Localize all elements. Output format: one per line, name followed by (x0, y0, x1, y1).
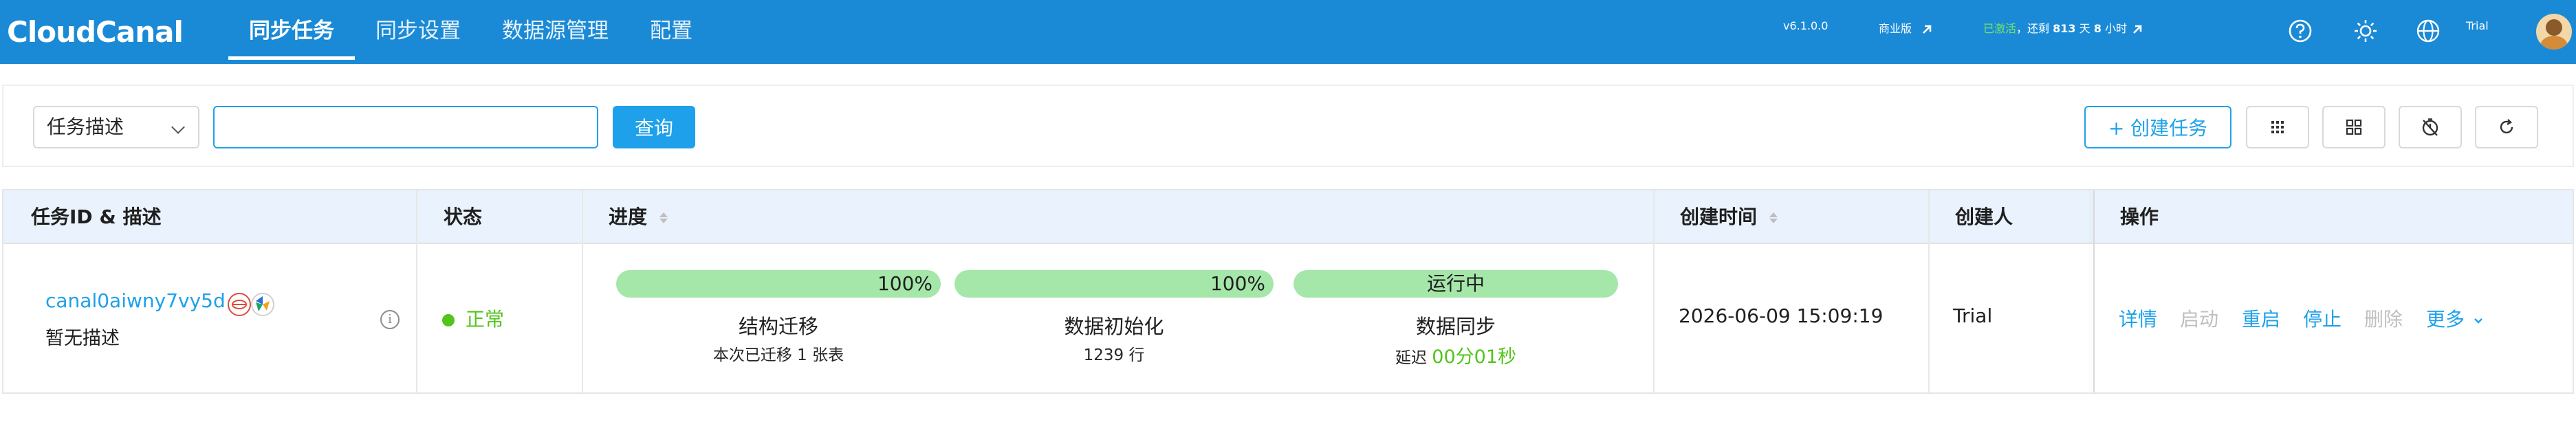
col-header-actions: 操作 (2120, 206, 2159, 228)
remaining-days: 813 (2053, 22, 2076, 35)
task-table: 任务ID & 描述 状态 进度 创建时间 创建人 操作 (2, 189, 2574, 394)
stage-subtitle: 延迟 00分01秒 (1294, 342, 1618, 368)
avatar[interactable] (2536, 14, 2572, 49)
col-header-progress-label: 进度 (609, 206, 648, 228)
select-value: 任务描述 (47, 115, 124, 138)
sort-icon[interactable] (659, 212, 668, 223)
timer-off-icon (2422, 118, 2438, 136)
timer-button[interactable] (2399, 106, 2462, 148)
chevron-down-icon (2474, 318, 2482, 324)
help-button[interactable] (2288, 19, 2313, 46)
cloudcanal-logo[interactable]: CloudCanal (7, 10, 184, 54)
nav-item-sync-settings[interactable]: 同步设置 (355, 0, 481, 64)
top-navbar: CloudCanal 同步任务 同步设置 数据源管理 配置 v6.1.0.0 商… (0, 0, 2576, 64)
layout-icon (2346, 119, 2362, 135)
progress-bar-label: 运行中 (1426, 272, 1485, 295)
nav-item-datasource[interactable]: 数据源管理 (481, 0, 629, 64)
nav-item-config[interactable]: 配置 (629, 0, 713, 64)
filter-bar: 任务描述 查询 + 创建任务 (2, 85, 2574, 167)
external-link-icon (1923, 25, 1932, 34)
search-field-select[interactable]: 任务描述 (33, 106, 199, 148)
status-badge: 正常 (442, 304, 504, 332)
col-header-created-at[interactable]: 创建时间 (1680, 190, 1778, 244)
stage-title: 数据初始化 (1064, 315, 1164, 338)
refresh-icon (2500, 119, 2513, 134)
progress-bar-label: 100% (877, 272, 932, 295)
restart-action[interactable]: 重启 (2242, 304, 2280, 332)
created-time: 2026-06-09 15:09:19 (1679, 304, 1884, 327)
days-unit: 天 (2079, 22, 2091, 35)
version-label: v6.1.0.0 (1783, 19, 1829, 32)
info-icon[interactable]: i (380, 310, 400, 329)
progress-bar-label: 100% (1210, 272, 1265, 295)
chevron-down-icon (171, 120, 185, 134)
external-link-icon (2133, 25, 2142, 34)
col-header-status: 状态 (444, 206, 483, 228)
creator-name: Trial (1953, 304, 1993, 327)
delete-action[interactable]: 删除 (2364, 304, 2403, 332)
create-task-button[interactable]: + 创建任务 (2084, 106, 2231, 148)
column-divider (582, 190, 583, 392)
language-switch[interactable] (2416, 19, 2441, 46)
start-action[interactable]: 启动 (2180, 304, 2218, 332)
refresh-button[interactable] (2475, 106, 2538, 148)
grid-view-button[interactable] (2246, 106, 2309, 148)
logo-text: CloudCanal (7, 14, 184, 49)
globe-icon (2416, 19, 2440, 43)
license-status[interactable]: 已激活，还剩 813 天 8 小时 (1983, 19, 2145, 37)
activated-label: 已激活 (1983, 22, 2017, 35)
source-db-icon (228, 293, 251, 316)
more-label: 更多 (2426, 308, 2465, 331)
target-db-icon (251, 293, 274, 316)
user-name[interactable]: Trial (2466, 19, 2489, 32)
hours-unit: 小时 (2104, 22, 2127, 35)
sun-icon (2355, 20, 2377, 42)
question-circle-icon (2289, 19, 2312, 43)
col-header-creator: 创建人 (1955, 206, 2013, 228)
delay-label: 延迟 (1395, 349, 1427, 367)
progress-bar-structure: 100% (616, 270, 941, 298)
task-id-link[interactable]: canal0aiwny7vy5d (45, 289, 226, 312)
remaining-hours: 8 (2093, 22, 2102, 35)
edition-label: 商业版 (1879, 22, 1912, 35)
layout-button[interactable] (2322, 106, 2386, 148)
column-divider (1653, 190, 1655, 392)
stop-action[interactable]: 停止 (2303, 304, 2342, 332)
theme-toggle[interactable] (2353, 19, 2378, 46)
col-header-progress[interactable]: 进度 (609, 190, 668, 244)
db-type-icons (228, 293, 274, 316)
detail-action[interactable]: 详情 (2119, 304, 2157, 332)
search-input[interactable] (213, 106, 598, 148)
fixed-column-divider (2093, 190, 2095, 392)
main-nav: 同步任务 同步设置 数据源管理 配置 (228, 0, 713, 64)
delay-value: 00分01秒 (1432, 346, 1517, 368)
nav-item-sync-tasks[interactable]: 同步任务 (228, 0, 355, 64)
table-header: 任务ID & 描述 状态 进度 创建时间 创建人 操作 (3, 190, 2573, 244)
stage-subtitle: 本次已迁移 1 张表 (712, 346, 844, 364)
stage-subtitle: 1239 行 (1083, 346, 1145, 364)
progress-bar-init: 100% (954, 270, 1274, 298)
query-button[interactable]: 查询 (613, 106, 695, 148)
column-divider (1928, 190, 1930, 392)
status-text: 正常 (466, 308, 505, 331)
task-description: 暂无描述 (45, 328, 120, 349)
column-divider (416, 190, 417, 392)
grid-icon (2271, 121, 2284, 133)
stage-title: 结构迁移 (738, 315, 818, 338)
sort-icon[interactable] (1769, 212, 1778, 223)
edition-link[interactable]: 商业版 (1879, 19, 1934, 37)
col-header-created-at-label: 创建时间 (1680, 206, 1758, 228)
status-dot (442, 314, 455, 326)
col-header-id-desc: 任务ID & 描述 (31, 206, 162, 228)
remaining-prefix: ，还剩 (2016, 22, 2050, 35)
stage-title: 数据同步 (1415, 315, 1496, 338)
progress-bar-sync: 运行中 (1294, 270, 1618, 298)
more-dropdown[interactable]: 更多 (2426, 304, 2485, 332)
